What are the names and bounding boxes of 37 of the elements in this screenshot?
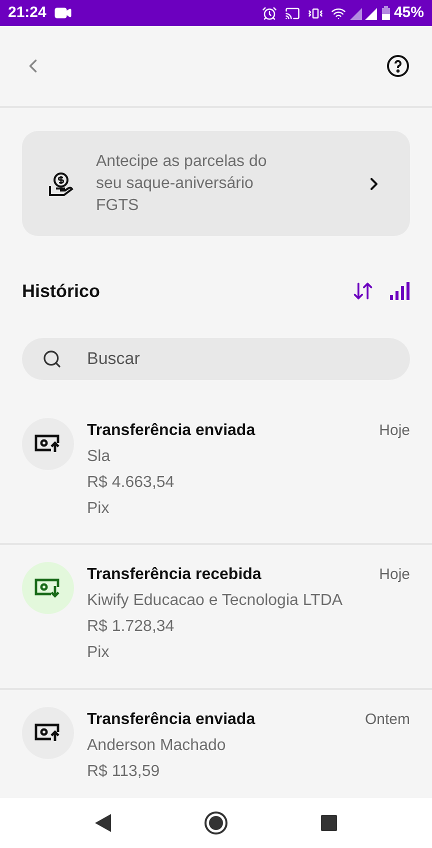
- transaction-detail: R$ 4.663,54: [87, 473, 176, 493]
- transaction-detail: R$ 113,59: [87, 762, 161, 782]
- signal-icon: [350, 6, 378, 20]
- sort-button[interactable]: [352, 280, 374, 302]
- transaction-title: Transferência enviada: [87, 710, 256, 730]
- transaction-date: Hoje: [379, 421, 410, 441]
- transaction-item[interactable]: Transferência recebida Hoje Kiwify Educacao e Tecnologia LTDA R$ 1.728,34 Pix: [0, 543, 432, 688]
- transaction-detail: Anderson Machado: [87, 736, 227, 756]
- recents-nav-button[interactable]: [321, 815, 338, 831]
- transaction-detail: Pix: [87, 643, 110, 663]
- transaction-detail: Pix: [87, 499, 110, 519]
- status-time: 21:24: [8, 2, 46, 23]
- home-nav-button[interactable]: [204, 811, 228, 835]
- help-icon[interactable]: [386, 54, 410, 78]
- money-in-icon: [22, 562, 74, 614]
- transaction-date: Ontem: [364, 710, 410, 730]
- transaction-item[interactable]: Transferência enviada Hoje Sla R$ 4.663,54 Pix: [0, 415, 432, 543]
- transaction-title: Transferência recebida: [87, 565, 262, 585]
- section-title: Histórico: [22, 280, 100, 302]
- transaction-date: Hoje: [379, 565, 410, 585]
- transaction-detail: Kiwify Educacao e Tecnologia LTDA: [87, 591, 344, 611]
- transaction-title: Transferência enviada: [87, 421, 256, 441]
- wifi-icon: [330, 6, 346, 20]
- transaction-detail: R$ 1.728,34: [87, 617, 176, 637]
- search-icon: [42, 349, 62, 369]
- promo-card[interactable]: Antecipe as parcelas do seu saque-aniversário FGTS: [22, 131, 410, 236]
- vibrate-icon: [308, 6, 323, 20]
- cast-icon: [284, 6, 300, 20]
- battery-percent: 45%: [394, 2, 424, 23]
- search-field[interactable]: Buscar: [22, 338, 410, 380]
- promo-text: Antecipe as parcelas do seu saque-aniversário FGTS: [96, 152, 268, 216]
- transaction-detail: Sla: [87, 447, 112, 467]
- alarm-icon: [262, 6, 277, 20]
- back-nav-button[interactable]: [94, 814, 111, 832]
- coin-hand-icon: [48, 170, 74, 196]
- bar-chart-button[interactable]: [390, 282, 410, 300]
- battery-icon: [382, 6, 390, 20]
